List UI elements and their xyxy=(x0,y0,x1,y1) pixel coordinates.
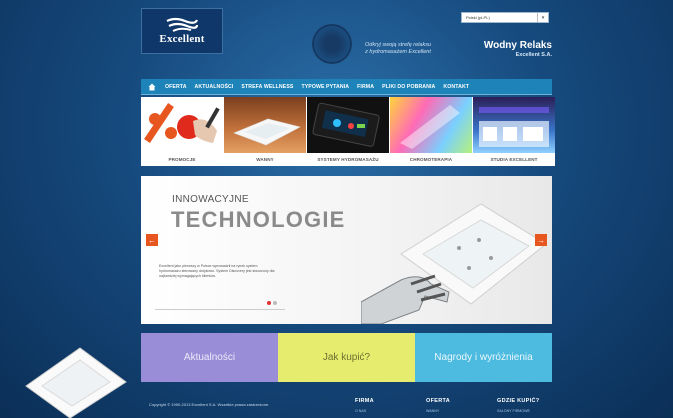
logo-text: Excellent xyxy=(159,33,205,45)
slider-next-button[interactable]: → xyxy=(535,234,547,246)
footer-heading[interactable]: OFERTA xyxy=(426,398,450,404)
footer-col-gdzie-kupic: GDZIE KUPIĆ? SALONY FIRMOWE xyxy=(497,398,539,413)
category-tiles: PROMOCJE WANNY SYSTEMY HYDROMASAŻU CHROM… xyxy=(141,97,555,166)
language-select-value: Polski (pl-PL) xyxy=(466,15,490,20)
arrow-left-icon: ← xyxy=(148,235,156,245)
chevron-down-icon[interactable]: ▾ xyxy=(537,13,548,22)
bathtub-robot-hand-image xyxy=(361,203,547,324)
footer-col-firma: FIRMA O NAS xyxy=(355,398,374,413)
nav-item-kontakt[interactable]: KONTAKT xyxy=(443,84,469,90)
slider-prev-button[interactable]: ← xyxy=(146,234,158,246)
nav-item-pliki[interactable]: PLIKI DO POBRANIA xyxy=(382,84,435,90)
tagline-line2: z hydromasażem Excellent xyxy=(365,49,431,56)
tagline: Odkryj swoją strefę relaksu z hydromasaż… xyxy=(348,42,448,57)
tagline-line1: Odkryj swoją strefę relaksu xyxy=(364,42,432,48)
promo-boxes: Aktualności Jak kupić? Nagrody i wyróżni… xyxy=(141,333,552,382)
chromoterapia-image xyxy=(390,97,472,153)
promocje-image xyxy=(141,97,223,153)
awards-box[interactable]: Nagrody i wyróżnienia xyxy=(415,333,552,382)
brand-subtitle: Excellent S.A. xyxy=(515,52,552,58)
nav-item-strefa-wellness[interactable]: STREFA WELLNESS xyxy=(241,84,293,90)
footer: Copyright © 1990-2013 Excellent S.A. Wsz… xyxy=(141,392,561,418)
hero-headline: TECHNOLOGIE xyxy=(171,207,346,232)
nav-item-typowe-pytania[interactable]: TYPOWE PYTANIA xyxy=(301,84,349,90)
corner-bathtub-image xyxy=(25,347,127,418)
news-box[interactable]: Aktualności xyxy=(141,333,278,382)
slider-dots xyxy=(267,301,277,305)
studia-image xyxy=(473,97,555,153)
tile-label: WANNY xyxy=(256,157,274,162)
tile-promocje[interactable]: PROMOCJE xyxy=(141,97,223,166)
tile-label: SYSTEMY HYDROMASAŻU xyxy=(317,157,379,162)
nav-item-aktualnosci[interactable]: AKTUALNOŚCI xyxy=(195,84,234,90)
footer-heading[interactable]: GDZIE KUPIĆ? xyxy=(497,398,539,404)
tile-label: STUDIA EXCELLENT xyxy=(490,157,538,162)
hero-divider xyxy=(155,309,285,310)
language-select[interactable]: Polski (pl-PL) ▾ xyxy=(461,12,549,23)
tile-systemy-hydromasazu[interactable]: SYSTEMY HYDROMASAŻU xyxy=(307,97,389,166)
nav-item-oferta[interactable]: OFERTA xyxy=(165,84,187,90)
arrow-right-icon: → xyxy=(537,235,545,245)
how-to-buy-box[interactable]: Jak kupić? xyxy=(278,333,415,382)
footer-link[interactable]: WANNY xyxy=(426,409,450,413)
hero-description: Excellent jako pierwszy w Polsce wprowad… xyxy=(159,264,275,279)
tile-wanny[interactable]: WANNY xyxy=(224,97,306,166)
page: Excellent Polski (pl-PL) ▾ Odkryj swoją … xyxy=(0,0,673,418)
brand-title: Wodny Relaks xyxy=(483,40,552,51)
tile-label: CHROMOTERAPIA xyxy=(409,157,453,162)
slider-dot[interactable] xyxy=(273,301,277,305)
tile-studia-excellent[interactable]: STUDIA EXCELLENT xyxy=(473,97,555,166)
wave-logo-icon xyxy=(166,17,199,32)
brand-block: Wodny Relaks Excellent S.A. xyxy=(470,40,552,58)
systemy-image xyxy=(307,97,389,153)
footer-heading[interactable]: FIRMA xyxy=(355,398,374,404)
hero-kicker: INNOWACYJNE xyxy=(172,194,249,205)
home-icon[interactable] xyxy=(147,82,157,92)
footer-link[interactable]: SALONY FIRMOWE xyxy=(497,409,539,413)
main-nav: OFERTA AKTUALNOŚCI STREFA WELLNESS TYPOW… xyxy=(141,79,552,95)
hero-slider: INNOWACYJNE TECHNOLOGIE Excellent jako p… xyxy=(141,176,552,324)
decorative-drain xyxy=(312,24,352,64)
footer-col-oferta: OFERTA WANNY xyxy=(426,398,450,413)
copyright: Copyright © 1990-2013 Excellent S.A. Wsz… xyxy=(149,402,270,407)
slider-dot-active[interactable] xyxy=(267,301,271,305)
footer-link[interactable]: O NAS xyxy=(355,409,374,413)
wanny-image xyxy=(224,97,306,153)
excellent-logo[interactable]: Excellent xyxy=(141,8,223,54)
nav-item-firma[interactable]: FIRMA xyxy=(357,84,374,90)
tile-label: PROMOCJE xyxy=(168,157,196,162)
tile-chromoterapia[interactable]: CHROMOTERAPIA xyxy=(390,97,472,166)
